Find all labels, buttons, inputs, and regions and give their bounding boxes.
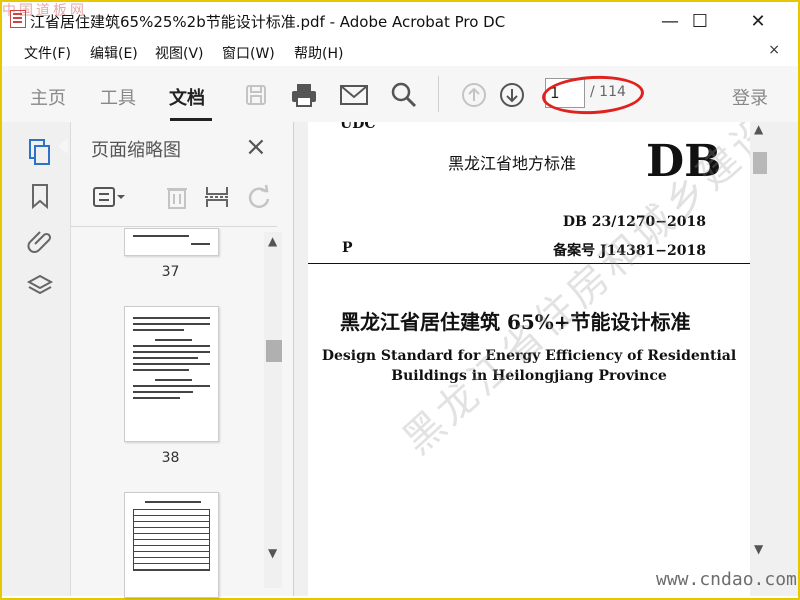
active-tab-indicator [170, 118, 212, 121]
menu-window[interactable]: 窗口(W) [222, 43, 275, 63]
document-viewport: UDC 黑龙江省地方标准 DB DB 23/1270−2018 P 备案号 J1… [294, 122, 798, 596]
panel-title: 页面缩略图 [91, 140, 181, 161]
layers-icon[interactable] [26, 272, 54, 300]
site-logo-top: 中国道板网 [2, 3, 87, 19]
search-icon[interactable] [388, 80, 420, 110]
standard-type: 黑龙江省地方标准 [448, 154, 577, 173]
tab-home[interactable]: 主页 [30, 84, 66, 110]
print-icon[interactable] [288, 80, 320, 110]
thumbnail-scroll-thumb[interactable] [266, 340, 282, 362]
close-button[interactable]: ✕ [738, 7, 778, 35]
save-icon[interactable] [240, 80, 272, 110]
window-title: 江省居住建筑65%25%2b节能设计标准.pdf - Adobe Acrobat… [30, 13, 506, 31]
delete-icon[interactable] [159, 182, 195, 212]
scroll-up-arrow[interactable]: ▲ [268, 234, 277, 248]
menu-help[interactable]: 帮助(H) [294, 43, 343, 63]
toolbar-divider [438, 76, 439, 112]
page-thumbnails-icon[interactable] [26, 138, 54, 166]
menu-file[interactable]: 文件(F) [24, 43, 71, 63]
header-rule [308, 263, 750, 264]
left-navigation-rail [2, 122, 71, 596]
category-letter: P [342, 240, 353, 256]
scroll-down-arrow[interactable]: ▼ [268, 546, 277, 560]
bookmark-icon[interactable] [26, 182, 54, 210]
menu-view[interactable]: 视图(V) [155, 43, 204, 63]
page-thumbnail[interactable] [124, 306, 219, 442]
thumbnail-page-number: 38 [161, 450, 180, 466]
email-icon[interactable] [338, 80, 370, 110]
close-document-button[interactable]: × [768, 42, 780, 58]
extract-icon[interactable] [199, 182, 235, 212]
pdf-page: UDC 黑龙江省地方标准 DB DB 23/1270−2018 P 备案号 J1… [308, 122, 750, 596]
page-down-icon[interactable] [496, 80, 528, 110]
site-logo-bottom: www.cndao.com [656, 569, 797, 590]
scroll-down-arrow[interactable]: ▼ [754, 542, 763, 556]
menu-edit[interactable]: 编辑(E) [90, 43, 138, 63]
thumbnail-page-number: 37 [161, 264, 180, 280]
thumbnail-panel: 页面缩略图 × 37 38 ▲ ▼ [71, 122, 294, 598]
tab-tools[interactable]: 工具 [100, 84, 136, 110]
page-up-icon[interactable] [458, 80, 490, 110]
document-scroll-thumb[interactable] [753, 152, 767, 174]
page-thumbnail[interactable] [124, 228, 219, 256]
login-link[interactable]: 登录 [732, 84, 768, 110]
panel-close-button[interactable]: × [245, 132, 267, 162]
title-bar: 江省居住建筑65%25%2b节能设计标准.pdf - Adobe Acrobat… [2, 2, 798, 38]
udc-label: UDC [340, 122, 376, 132]
attachment-icon[interactable] [26, 226, 54, 254]
thumbnail-scrollbar[interactable]: ▲ ▼ [264, 232, 282, 588]
options-icon[interactable] [91, 182, 127, 212]
toolbar: 主页 工具 文档 登录 [2, 66, 798, 123]
document-scrollbar[interactable]: ▲ ▼ [750, 122, 770, 558]
tab-document[interactable]: 文档 [169, 84, 205, 110]
page-thumbnail[interactable] [124, 492, 219, 598]
scroll-up-arrow[interactable]: ▲ [754, 122, 763, 136]
rotate-icon[interactable] [241, 182, 277, 212]
panel-divider [71, 226, 277, 227]
maximize-button[interactable]: ☐ [680, 7, 720, 35]
panel-pointer [58, 138, 68, 154]
menu-bar: 文件(F) 编辑(E) 视图(V) 窗口(W) 帮助(H) × [2, 38, 798, 66]
